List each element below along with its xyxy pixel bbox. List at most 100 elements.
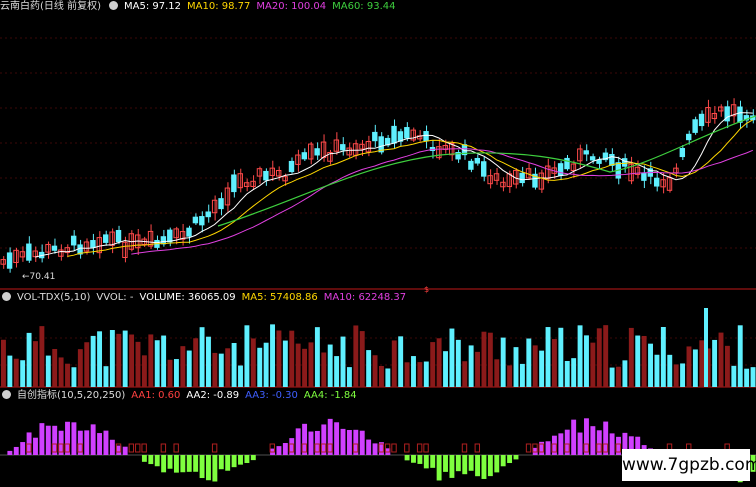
oscillator-bar-negative	[507, 455, 513, 464]
oscillator-box	[141, 443, 147, 453]
volume-bar	[737, 325, 743, 387]
oscillator-box	[461, 443, 468, 453]
oscillator-bar-positive	[295, 428, 301, 455]
candle-body	[641, 172, 647, 181]
gear-icon[interactable]	[2, 390, 11, 399]
candle-body	[211, 199, 218, 214]
volume-bar	[603, 325, 609, 387]
oscillator-bar-positive	[359, 430, 365, 455]
oscillator-bar-positive	[45, 425, 51, 455]
volume-bar	[379, 366, 384, 387]
volume-bar	[718, 332, 724, 387]
volume-bar	[327, 344, 333, 387]
oscillator-bar-positive	[366, 439, 372, 455]
volume-bar	[84, 342, 90, 387]
volume-bar	[423, 361, 429, 387]
oscillator-bar-positive	[571, 419, 577, 455]
volume-bar	[417, 362, 423, 387]
volume-bar	[282, 340, 288, 387]
candle-body	[314, 148, 320, 156]
oscillator-bar-negative	[417, 455, 423, 464]
oscillator-bar-negative	[500, 455, 506, 467]
gear-icon[interactable]	[2, 292, 11, 301]
volume-bar	[173, 359, 179, 387]
volume-bar	[97, 331, 103, 387]
oscillator-bar-negative	[494, 455, 500, 473]
volume-bar	[161, 335, 167, 387]
volume-bar	[218, 353, 224, 387]
volume-bar	[545, 327, 551, 387]
volume-bar	[353, 325, 359, 387]
volume-bar	[263, 342, 269, 387]
oscillator-bar-positive	[558, 433, 564, 455]
oscillator-bar-negative	[436, 455, 442, 481]
oscillator-bar-negative	[455, 455, 461, 472]
volume-bar	[225, 348, 231, 387]
candle-body	[70, 235, 77, 246]
candle-body	[115, 229, 122, 243]
volume-bar	[609, 367, 615, 387]
volume-bar	[7, 355, 13, 387]
candle-body	[653, 177, 660, 187]
oscillator-bar-negative	[161, 455, 167, 473]
volume-bar	[276, 330, 282, 387]
volume-bar	[199, 327, 205, 387]
oscillator-bar-negative	[475, 455, 481, 477]
oscillator-box	[525, 443, 532, 453]
volume-bar	[577, 325, 583, 387]
candle-body	[737, 106, 743, 123]
oscillator-indicator-name: 自创指标(10,5,20,250)	[17, 390, 126, 401]
candle-body	[263, 170, 269, 181]
volume-bar	[667, 354, 673, 387]
gear-icon[interactable]	[108, 1, 118, 10]
oscillator-box	[173, 443, 179, 453]
volume-bar	[250, 338, 256, 387]
oscillator-bar-negative	[430, 455, 436, 468]
candle-body	[218, 198, 224, 210]
volume-bar	[206, 336, 211, 387]
oscillator-bar-negative	[449, 455, 455, 478]
volume-value: VOLUME: 36065.09	[139, 292, 236, 303]
volume-bar	[308, 342, 314, 387]
marker-label: $	[424, 285, 429, 294]
volume-bar	[180, 346, 186, 387]
volume-bar	[455, 339, 461, 387]
volume-indicator-name: VOL-TDX(5,10)	[17, 292, 91, 303]
candle-body	[51, 245, 58, 251]
volume-bar	[513, 347, 519, 387]
volume-bar	[449, 328, 455, 387]
oscillator-bar-positive	[33, 437, 38, 455]
volume-bar	[507, 365, 513, 387]
oscillator-bar-negative	[148, 455, 154, 465]
volume-bar	[590, 342, 596, 387]
candle-body	[589, 156, 596, 161]
ma5-value: MA5: 97.12	[123, 1, 181, 12]
oscillator-box	[416, 443, 423, 453]
oscillator-bar-negative	[186, 455, 192, 472]
oscillator-bar-negative	[411, 455, 416, 463]
volume-bar	[584, 335, 589, 387]
candle-body	[359, 143, 365, 150]
candle-body	[231, 174, 237, 193]
oscillator-bar-negative	[481, 455, 487, 479]
volume-bar	[487, 332, 493, 387]
volume-bar	[692, 349, 698, 387]
candle-body	[570, 163, 577, 171]
candle-body	[692, 119, 698, 133]
oscillator-bar-negative	[443, 455, 448, 472]
volume-bar	[724, 345, 730, 387]
volume-bar	[481, 331, 487, 387]
oscillator-bar-positive	[13, 446, 19, 455]
volume-bar	[129, 334, 135, 387]
volume-bar	[558, 327, 564, 387]
volume-bar	[475, 351, 481, 387]
oscillator-bar-negative	[173, 455, 179, 473]
volume-bar	[704, 308, 708, 387]
oscillator-bar-positive	[609, 433, 615, 455]
volume-bar	[289, 330, 295, 387]
candle-body	[109, 231, 115, 246]
volume-bar	[148, 334, 154, 387]
oscillator-bar-positive	[20, 442, 26, 455]
volume-bar	[302, 348, 308, 387]
volume-bar	[385, 368, 391, 387]
